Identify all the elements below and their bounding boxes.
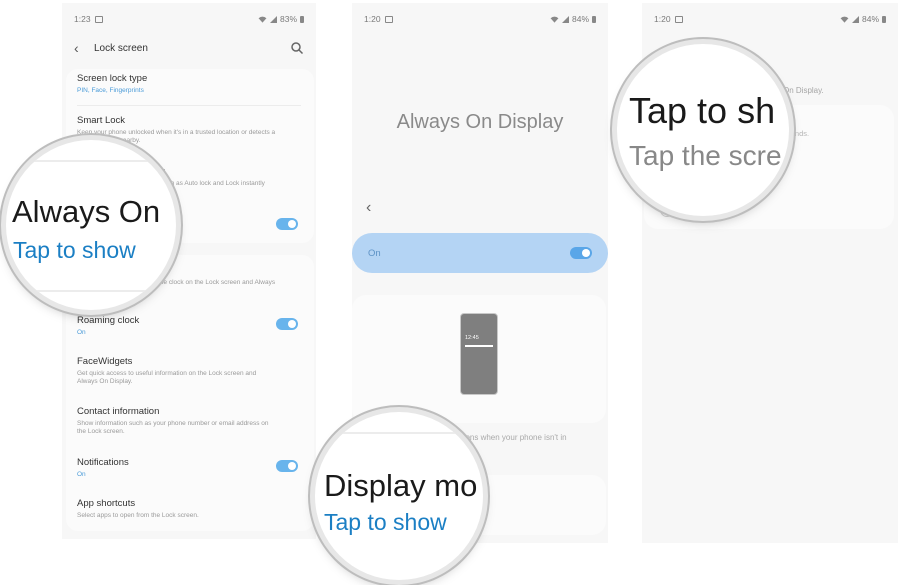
row-subtitle: On: [77, 329, 86, 336]
battery-percent: 84%: [571, 14, 589, 24]
battery-percent: 84%: [861, 14, 879, 24]
row-subtitle: PIN, Face, Fingerprints: [77, 87, 144, 94]
search-icon[interactable]: [290, 41, 304, 55]
page-heading: Always On Display: [396, 111, 564, 133]
magnified-title: Always On: [12, 194, 161, 229]
row-subtitle-2: the Lock screen.: [77, 428, 125, 435]
row-subtitle: Show information such as your phone numb…: [77, 420, 269, 427]
row-title: Roaming clock: [77, 315, 140, 326]
battery-percent: 83%: [279, 14, 297, 24]
stage: 1:23 83% ‹ Lock screen Screen lock type …: [0, 0, 900, 585]
app-bar: ‹ Lock screen: [74, 37, 304, 59]
magnifier-tap-to-show: Tap to sh Tap the scre: [617, 44, 789, 216]
magnified-subtitle: Tap to show: [13, 237, 136, 263]
aod-toggle[interactable]: [276, 218, 298, 230]
wifi-icon: [258, 16, 267, 23]
battery-icon: [300, 15, 304, 23]
row-title: Contact information: [77, 406, 160, 417]
signal-icon: [851, 15, 859, 23]
magnified-subtitle: Tap the scre: [629, 140, 782, 171]
row-title: Screen lock type: [77, 73, 148, 84]
preview-line: [465, 345, 493, 347]
list-item-facewidgets[interactable]: FaceWidgets Get quick access to useful i…: [77, 356, 298, 386]
magnified-divider: [315, 432, 483, 434]
list-item-secure-lock-settings[interactable]: ngs gs, such as Auto lock and Lock insta…: [150, 166, 298, 188]
status-bar: 1:20 84%: [654, 13, 886, 25]
row-title: Notifications: [77, 457, 129, 468]
row-subtitle: Get quick access to useful information o…: [77, 370, 257, 377]
magnified-divider: [6, 290, 176, 292]
battery-icon: [882, 15, 886, 23]
list-item-screen-lock-type[interactable]: Screen lock type PIN, Face, Fingerprints: [77, 73, 298, 95]
gallery-icon: [384, 15, 393, 23]
battery-icon: [592, 15, 596, 23]
divider: [77, 105, 301, 106]
row-subtitle: On: [77, 471, 86, 478]
magnified-title: Tap to sh: [629, 90, 776, 131]
magnifier-always-on: Always On Tap to show: [6, 140, 176, 310]
wifi-icon: [840, 16, 849, 23]
row-title: Smart Lock: [77, 115, 126, 126]
magnified-divider: [6, 160, 176, 162]
master-switch-bar[interactable]: On: [352, 233, 608, 273]
list-item-notifications[interactable]: Notifications On: [77, 457, 298, 479]
row-title: App shortcuts: [77, 498, 136, 509]
page-title: Lock screen: [94, 42, 148, 54]
row-subtitle-2: Always On Display.: [77, 378, 133, 385]
description-fragment: ations when your phone isn't in: [457, 433, 567, 442]
magnified-subtitle: Tap to show: [324, 509, 447, 535]
gallery-icon: [674, 15, 683, 23]
list-item-clock-style[interactable]: the clock on the Lock screen and Always: [158, 279, 298, 287]
row-subtitle-fragment: the clock on the Lock screen and Always: [158, 279, 276, 286]
list-item-app-shortcuts[interactable]: App shortcuts Select apps to open from t…: [77, 498, 298, 520]
status-time: 1:20: [364, 14, 381, 24]
row-subtitle: Keep your phone unlocked when it's in a …: [77, 129, 276, 136]
option-fragment: conds.: [787, 129, 810, 138]
toggle-on-icon[interactable]: [570, 247, 592, 259]
back-arrow-icon[interactable]: ‹: [366, 199, 371, 217]
row-title: FaceWidgets: [77, 356, 133, 367]
list-item-roaming-clock[interactable]: Roaming clock On: [77, 315, 298, 337]
signal-icon: [269, 15, 277, 23]
back-arrow-icon[interactable]: ‹: [74, 40, 92, 56]
signal-icon: [561, 15, 569, 23]
master-switch-label: On: [368, 248, 381, 259]
preview-clock: 12:45: [465, 335, 479, 341]
row-title-fragment: ngs: [150, 166, 298, 177]
roaming-clock-toggle[interactable]: [276, 318, 298, 330]
gallery-icon: [94, 15, 103, 23]
aod-preview-phone: 12:45: [460, 313, 498, 395]
row-subtitle: Select apps to open from the Lock screen…: [77, 512, 199, 519]
status-time: 1:23: [74, 14, 91, 24]
magnified-title: Display mo: [324, 468, 478, 503]
status-bar: 1:23 83%: [74, 13, 304, 25]
magnifier-display-mode: Display mo Tap to show: [315, 412, 483, 580]
list-item-contact-information[interactable]: Contact information Show information suc…: [77, 406, 298, 436]
list-item-smart-lock[interactable]: Smart Lock Keep your phone unlocked when…: [77, 115, 298, 145]
wifi-icon: [550, 16, 559, 23]
notifications-toggle[interactable]: [276, 460, 298, 472]
row-subtitle-fragment: gs, such as Auto lock and Lock instantly: [150, 180, 265, 187]
status-bar: 1:20 84%: [364, 13, 596, 25]
caption-fragment: On Display.: [783, 86, 824, 95]
status-time: 1:20: [654, 14, 671, 24]
